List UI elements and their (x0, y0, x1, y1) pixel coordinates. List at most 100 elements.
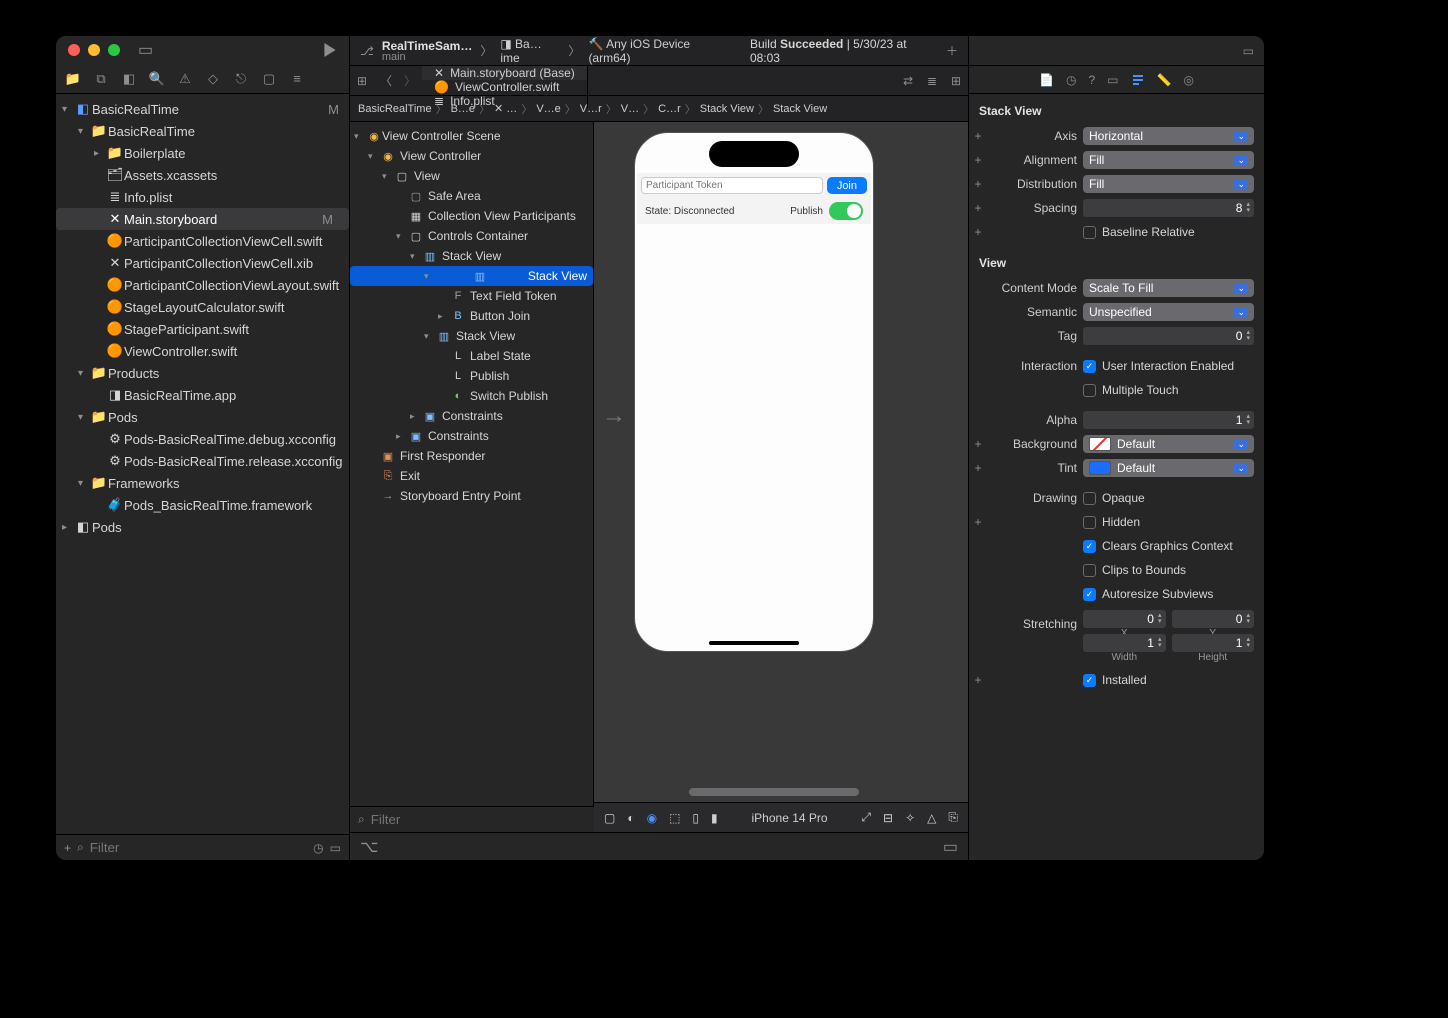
jump-bar-segment[interactable]: ✕ … (494, 102, 517, 115)
outline-item[interactable]: FText Field Token (350, 286, 593, 306)
background-select[interactable]: Default⌄ (1083, 435, 1254, 453)
stretch-h-field[interactable]: 1▴▾ (1172, 634, 1255, 652)
jump-bar-segment[interactable]: BasicRealTime (358, 103, 432, 115)
library-button[interactable]: ＋ (946, 42, 958, 59)
run-button[interactable] (323, 43, 337, 57)
outline-scene[interactable]: ▾◉ View Controller Scene (350, 126, 593, 146)
tree-item[interactable]: ⚙Pods-BasicRealTime.release.xcconfig (56, 450, 349, 472)
issue-navigator-icon[interactable]: ⚠ (176, 71, 194, 87)
close-window-button[interactable] (68, 44, 80, 56)
back-button[interactable]: 〈 (374, 66, 398, 95)
outline-item[interactable]: ▢Safe Area (350, 186, 593, 206)
multiple-touch-checkbox[interactable] (1083, 384, 1096, 397)
outline-item[interactable]: ▸▣Constraints (350, 426, 593, 446)
resolve-issues-icon[interactable]: △ (927, 811, 936, 825)
variables-view-icon[interactable]: ▭ (943, 837, 958, 857)
user-interaction-checkbox[interactable]: ✓ (1083, 360, 1096, 373)
tree-item[interactable]: ▸◧Pods (56, 516, 349, 538)
document-outline[interactable]: ▾◉ View Controller Scene ▾◉View Controll… (350, 122, 594, 806)
appearance-icon[interactable]: ◐ (627, 811, 634, 825)
ars-checkbox[interactable]: ✓ (1083, 588, 1096, 601)
tree-item[interactable]: 🟠StageLayoutCalculator.swift (56, 296, 349, 318)
jump-bar-segment[interactable]: V…r (580, 103, 602, 115)
device-icon[interactable]: ▯ (692, 811, 699, 825)
alpha-field[interactable]: 1▴▾ (1083, 411, 1254, 429)
outline-toggle-icon[interactable]: ⊞ (350, 66, 374, 95)
stretch-x-field[interactable]: 0▴▾ (1083, 610, 1166, 628)
device-name[interactable]: iPhone 14 Pro (752, 811, 828, 825)
view-as-icon[interactable]: ▢ (604, 811, 615, 825)
distribution-select[interactable]: Fill⌄ (1083, 175, 1254, 193)
embed-icon[interactable]: ⎘ (948, 810, 958, 825)
align-icon[interactable]: ⊟ (883, 811, 893, 825)
outline-filter-input[interactable] (371, 812, 586, 827)
tag-field[interactable]: 0▴▾ (1083, 327, 1254, 345)
connections-inspector-icon[interactable]: ◎ (1183, 73, 1193, 87)
jump-bar-segment[interactable]: C…r (658, 103, 681, 115)
editor-tab[interactable]: 🟠ViewController.swift (422, 80, 588, 94)
tree-item[interactable]: 🗂Assets.xcassets (56, 164, 349, 186)
opaque-checkbox[interactable] (1083, 492, 1096, 505)
cgc-checkbox[interactable]: ✓ (1083, 540, 1096, 553)
join-button[interactable]: Join (827, 177, 867, 194)
scm-filter-icon[interactable]: ▭ (330, 841, 341, 855)
jump-bar-segment[interactable]: Stack View (700, 103, 754, 115)
outline-item[interactable]: ▾▥Stack View (350, 246, 593, 266)
ib-canvas[interactable]: → Join State: Disconnected Publish (594, 122, 968, 802)
hidden-checkbox[interactable] (1083, 516, 1096, 529)
installed-checkbox[interactable]: ✓ (1083, 674, 1096, 687)
size-inspector-icon[interactable]: 📏 (1157, 73, 1172, 87)
jump-bar-segment[interactable]: V…e (536, 103, 560, 115)
tree-item[interactable]: ▸📁Boilerplate (56, 142, 349, 164)
semantic-select[interactable]: Unspecified⌄ (1083, 303, 1254, 321)
outline-item[interactable]: ▾▢Controls Container (350, 226, 593, 246)
history-inspector-icon[interactable]: ◷ (1066, 73, 1076, 87)
find-navigator-icon[interactable]: 🔍 (148, 71, 166, 87)
tree-item[interactable]: ◨BasicRealTime.app (56, 384, 349, 406)
tree-item[interactable]: 🧳Pods_BasicRealTime.framework (56, 494, 349, 516)
scheme-selector[interactable]: ◨ Ba…ime (500, 37, 560, 65)
help-inspector-icon[interactable]: ? (1088, 73, 1095, 87)
jump-bar-segment[interactable]: V… (621, 103, 639, 115)
tint-select[interactable]: Default⌄ (1083, 459, 1254, 477)
tree-item[interactable]: 🟠ParticipantCollectionViewCell.swift (56, 230, 349, 252)
stretch-w-field[interactable]: 1▴▾ (1083, 634, 1166, 652)
tree-item[interactable]: 🟠StageParticipant.swift (56, 318, 349, 340)
project-navigator-icon[interactable]: 📁 (64, 71, 82, 87)
tree-item[interactable]: ⚙Pods-BasicRealTime.debug.xcconfig (56, 428, 349, 450)
stretch-y-field[interactable]: 0▴▾ (1172, 610, 1255, 628)
forward-button[interactable]: 〉 (398, 66, 422, 95)
zoom-icon[interactable]: ⤢ (861, 810, 871, 825)
device-iphone-icon[interactable]: ▮ (711, 811, 718, 825)
outline-item[interactable]: ▾▥Stack View (350, 326, 593, 346)
recent-filter-icon[interactable]: ◷ (313, 841, 323, 855)
code-review-icon[interactable]: ⇄ (896, 66, 920, 95)
editor-tab[interactable]: ✕Main.storyboard (Base) (422, 66, 588, 80)
breakpoint-navigator-icon[interactable]: ▢ (260, 71, 278, 87)
contentmode-select[interactable]: Scale To Fill⌄ (1083, 279, 1254, 297)
axis-select[interactable]: Horizontal⌄ (1083, 127, 1254, 145)
test-navigator-icon[interactable]: ◇ (204, 71, 222, 87)
tree-item[interactable]: ▾📁Products (56, 362, 349, 384)
spacing-field[interactable]: 8▴▾ (1083, 199, 1254, 217)
horizontal-scrollbar[interactable] (689, 788, 859, 796)
minimize-window-button[interactable] (88, 44, 100, 56)
symbol-navigator-icon[interactable]: ◧ (120, 71, 138, 87)
pin-icon[interactable]: ✧ (905, 811, 915, 825)
tree-item[interactable]: ✕Main.storyboardM (56, 208, 349, 230)
project-tree[interactable]: ▾◧ BasicRealTime M ▾📁BasicRealTime▸📁Boil… (56, 94, 349, 834)
jump-bar[interactable]: BasicRealTime〉B…e〉✕ …〉V…e〉V…r〉V…〉C…r〉Sta… (350, 96, 968, 122)
outline-item[interactable]: ▾▢View (350, 166, 593, 186)
debug-navigator-icon[interactable]: ⎋ (232, 71, 250, 87)
sidebar-toggle-icon[interactable]: ▭ (138, 40, 153, 60)
tree-item[interactable]: ≣Info.plist (56, 186, 349, 208)
outline-item[interactable]: LPublish (350, 366, 593, 386)
tree-item[interactable]: ✕ParticipantCollectionViewCell.xib (56, 252, 349, 274)
tree-item[interactable]: 🟠ViewController.swift (56, 340, 349, 362)
token-input[interactable] (641, 177, 823, 194)
baseline-relative-checkbox[interactable] (1083, 226, 1096, 239)
tree-item[interactable]: 🟠ParticipantCollectionViewLayout.swift (56, 274, 349, 296)
tree-item[interactable]: ▾📁Frameworks (56, 472, 349, 494)
outline-item[interactable]: ▸▣Constraints (350, 406, 593, 426)
outline-item[interactable]: ▾◉View Controller (350, 146, 593, 166)
